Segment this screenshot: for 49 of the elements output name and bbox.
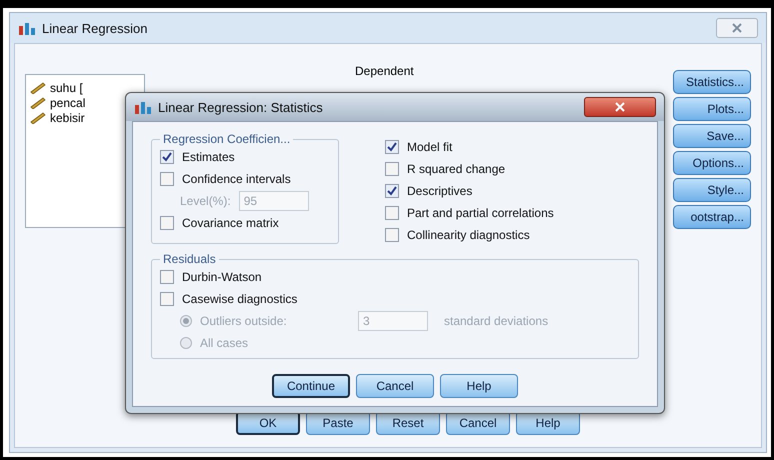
dialog-button[interactable]: Continue [272,374,350,398]
checkbox[interactable] [160,216,174,230]
checkbox[interactable] [385,162,399,176]
checkbox[interactable] [385,184,399,198]
checkbox[interactable] [160,172,174,186]
side-button[interactable]: Style... [673,178,751,202]
checkbox-label: Part and partial correlations [407,206,554,220]
ruler-icon [30,82,46,94]
variable-item[interactable]: kebisir [50,111,85,125]
checkbox-label: Descriptives [407,184,472,198]
dependent-label: Dependent [355,64,414,78]
checkbox-label: Collinearity diagnostics [407,228,530,242]
checkbox-label: Estimates [182,150,235,164]
side-button[interactable]: ootstrap... [673,205,751,229]
group-title: Residuals [162,252,217,266]
checkbox[interactable] [160,270,174,284]
radio-label: Outliers outside: [200,314,288,328]
dialog-logo-icon [134,99,152,115]
checkbox-label: Covariance matrix [182,216,279,230]
checkbox-label: R squared change [407,162,506,176]
variable-item[interactable]: pencal [50,96,86,110]
checkbox[interactable] [385,140,399,154]
checkbox[interactable] [160,292,174,306]
side-button[interactable]: Statistics... [673,70,751,94]
ruler-icon [30,112,46,124]
close-button[interactable] [584,97,656,117]
checkbox-label: Confidence intervals [182,172,291,186]
checkbox-label: Casewise diagnostics [182,292,298,306]
checkbox[interactable] [160,150,174,164]
close-icon [615,102,625,112]
field-label: Level(%): [180,194,231,208]
ruler-icon [30,97,46,109]
checkbox[interactable] [385,206,399,220]
side-button[interactable]: Save... [673,124,751,148]
checkbox-label: Model fit [407,140,452,154]
app-logo-icon [18,20,36,36]
side-button[interactable]: Options... [673,151,751,175]
dialog-button[interactable]: Cancel [356,374,434,398]
dialog-button[interactable]: Help [440,374,518,398]
radio-label: All cases [200,336,248,350]
group-title: Regression Coefficien... [162,132,292,146]
units-label: standard deviations [444,314,548,328]
checkbox[interactable] [385,228,399,242]
checkbox-label: Durbin-Watson [182,270,262,284]
variable-item[interactable]: suhu [ [50,81,83,95]
side-button[interactable]: Plots... [673,97,751,121]
window-title: Linear Regression [42,20,148,36]
dialog-title: Linear Regression: Statistics [158,100,323,114]
close-icon [732,23,742,33]
